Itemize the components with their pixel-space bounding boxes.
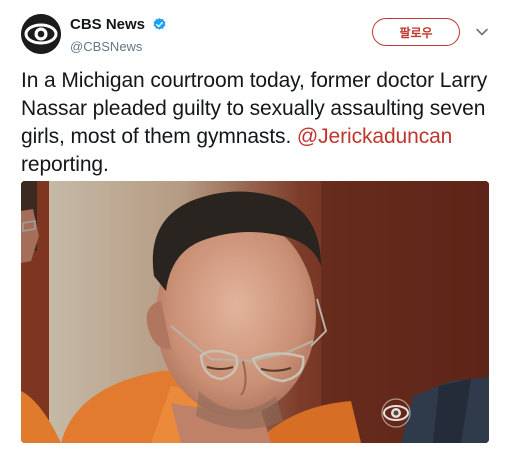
mention-link[interactable]: @Jerickaduncan [297, 125, 452, 148]
chevron-down-icon[interactable] [475, 27, 489, 37]
tweet-text-tail: reporting. [21, 153, 109, 176]
display-name[interactable]: CBS News [70, 16, 145, 33]
account-handle[interactable]: @CBSNews [70, 39, 167, 54]
avatar[interactable] [21, 14, 61, 54]
account-names[interactable]: CBS News @CBSNews [70, 16, 167, 54]
verified-badge-icon [154, 18, 166, 30]
tweet-card: CBS News @CBSNews 팔로우 In a Michigan cour… [0, 0, 509, 449]
cbs-eye-logo-icon [21, 14, 61, 54]
tweet-text: In a Michigan courtroom today, former do… [21, 67, 491, 179]
tweet-media-image[interactable] [21, 181, 489, 443]
follow-button[interactable]: 팔로우 [372, 18, 460, 46]
tweet-header: CBS News @CBSNews 팔로우 [21, 14, 488, 58]
courtroom-photo [21, 181, 489, 443]
